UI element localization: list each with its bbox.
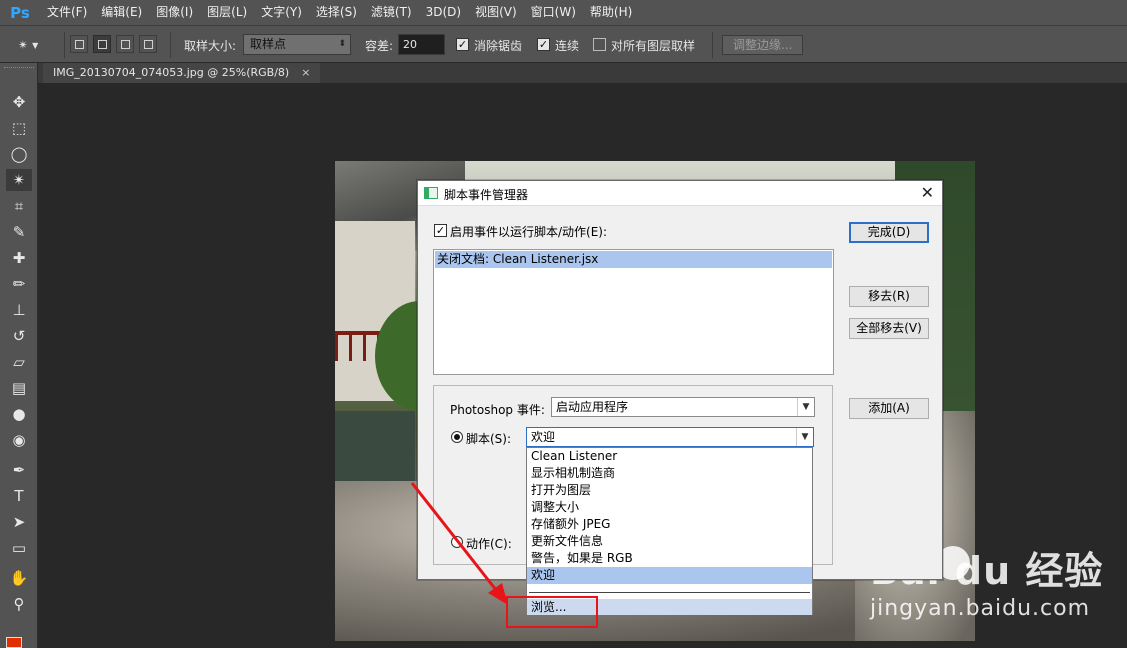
list-item[interactable]: 警告，如果是 RGB <box>527 550 812 567</box>
new-selection-button[interactable] <box>70 35 88 53</box>
sample-size-value: 取样点 <box>250 37 287 51</box>
photoshop-event-value: 启动应用程序 <box>556 400 629 414</box>
menu-image[interactable]: 图像(I) <box>149 0 200 25</box>
menu-bar: Ps 文件(F) 编辑(E) 图像(I) 图层(L) 文字(Y) 选择(S) 滤… <box>0 0 1127 25</box>
dialog-app-icon <box>424 187 438 199</box>
brush-icon[interactable]: ✏ <box>6 273 32 295</box>
close-icon[interactable]: × <box>301 63 310 83</box>
history-brush-icon[interactable]: ↺ <box>6 325 32 347</box>
script-radio[interactable] <box>451 431 463 443</box>
magic-wand-icon: ✴ <box>18 38 29 52</box>
close-icon[interactable]: ✕ <box>921 183 934 202</box>
clone-stamp-icon[interactable]: ⊥ <box>6 299 32 321</box>
antialias-checkbox[interactable]: ✓ <box>456 38 469 51</box>
zoom-icon[interactable]: ⚲ <box>6 593 32 615</box>
script-select[interactable]: 欢迎 ▼ <box>526 427 814 447</box>
photoshop-event-select[interactable]: 启动应用程序 ▼ <box>551 397 815 417</box>
refine-edge-button[interactable]: 调整边缘... <box>722 35 804 55</box>
menu-view[interactable]: 视图(V) <box>468 0 524 25</box>
menu-type[interactable]: 文字(Y) <box>254 0 309 25</box>
annotation-arrow <box>410 482 508 605</box>
script-dropdown-list: Clean Listener 显示相机制造商 打开为图层 调整大小 存储额外 J… <box>526 447 813 615</box>
tolerance-input[interactable]: 20 <box>398 34 445 55</box>
move-icon[interactable]: ✥ <box>6 91 32 113</box>
document-tab-strip: IMG_20130704_074053.jpg @ 25%(RGB/8) × <box>38 63 1127 83</box>
list-item[interactable]: 关闭文档: Clean Listener.jsx <box>435 251 832 268</box>
marquee-icon[interactable]: ⬚ <box>6 117 32 139</box>
pen-icon[interactable]: ✒ <box>6 459 32 481</box>
sample-size-label: 取样大小: <box>184 39 237 53</box>
divider <box>170 32 171 58</box>
remove-button[interactable]: 移去(R) <box>849 286 929 307</box>
divider <box>64 32 65 58</box>
list-item[interactable]: 更新文件信息 <box>527 533 812 550</box>
document-tab-title: IMG_20130704_074053.jpg @ 25%(RGB/8) <box>53 66 290 79</box>
toolbox: ✥ ⬚ ◯ ✴ ⌗ ✎ ✚ ✏ ⊥ ↺ ▱ ▤ ● ◉ ✒ T ➤ ▭ ✋ ⚲ <box>0 63 38 648</box>
tool-preset-picker[interactable]: ✴ ▼ <box>18 33 58 57</box>
contiguous-label: 连续 <box>555 39 580 53</box>
list-item[interactable]: 显示相机制造商 <box>527 465 812 482</box>
chevron-down-icon: ▼ <box>32 40 39 50</box>
list-item[interactable]: 存储额外 JPEG <box>527 516 812 533</box>
enable-events-checkbox[interactable]: ✓ <box>434 224 447 237</box>
events-list[interactable]: 关闭文档: Clean Listener.jsx <box>433 249 834 375</box>
menu-layer[interactable]: 图层(L) <box>200 0 254 25</box>
intersect-selection-button[interactable] <box>139 35 157 53</box>
path-selection-icon[interactable]: ➤ <box>6 511 32 533</box>
chevron-down-icon: ▼ <box>796 428 813 446</box>
menu-3d[interactable]: 3D(D) <box>419 0 468 25</box>
sample-size-select[interactable]: 取样点 ⬍ <box>243 34 351 55</box>
script-value: 欢迎 <box>531 430 556 444</box>
menu-file[interactable]: 文件(F) <box>40 0 94 25</box>
watermark-url: jingyan.baidu.com <box>870 596 1091 621</box>
menu-select[interactable]: 选择(S) <box>309 0 364 25</box>
eyedropper-icon[interactable]: ✎ <box>6 221 32 243</box>
magic-wand-icon[interactable]: ✴ <box>6 169 32 191</box>
list-item-selected[interactable]: 欢迎 <box>527 567 812 584</box>
add-button[interactable]: 添加(A) <box>849 398 929 419</box>
hand-icon[interactable]: ✋ <box>6 567 32 589</box>
add-to-selection-button[interactable] <box>93 35 111 53</box>
menu-filter[interactable]: 滤镜(T) <box>364 0 419 25</box>
eraser-icon[interactable]: ▱ <box>6 351 32 373</box>
divider <box>712 32 713 58</box>
sample-all-layers-label: 对所有图层取样 <box>611 39 696 53</box>
lasso-icon[interactable]: ◯ <box>6 143 32 165</box>
list-item[interactable]: 调整大小 <box>527 499 812 516</box>
options-bar: ✴ ▼ 取样大小: 取样点 ⬍ 容差: 20 ✓ 消除锯齿 ✓ 连续 对所有图层… <box>0 25 1127 63</box>
done-button[interactable]: 完成(D) <box>849 222 929 243</box>
menu-help[interactable]: 帮助(H) <box>583 0 639 25</box>
gradient-icon[interactable]: ▤ <box>6 377 32 399</box>
foreground-color-swatch[interactable] <box>6 637 22 648</box>
type-icon[interactable]: T <box>6 485 32 507</box>
healing-brush-icon[interactable]: ✚ <box>6 247 32 269</box>
sample-all-layers-checkbox[interactable] <box>593 38 606 51</box>
dropdown-separator <box>529 592 810 593</box>
contiguous-checkbox[interactable]: ✓ <box>537 38 550 51</box>
photoshop-logo: Ps <box>10 3 30 22</box>
subtract-from-selection-button[interactable] <box>116 35 134 53</box>
dialog-titlebar[interactable]: 脚本事件管理器 ✕ <box>418 181 942 206</box>
list-item[interactable]: Clean Listener <box>527 448 812 465</box>
enable-events-label: 启用事件以运行脚本/动作(E): <box>450 225 608 239</box>
script-label: 脚本(S): <box>466 432 512 446</box>
chevron-updown-icon: ⬍ <box>338 39 346 49</box>
menu-edit[interactable]: 编辑(E) <box>94 0 149 25</box>
tolerance-label: 容差: <box>365 39 394 53</box>
chevron-down-icon: ▼ <box>797 398 814 416</box>
antialias-label: 消除锯齿 <box>474 39 523 53</box>
menu-window[interactable]: 窗口(W) <box>524 0 583 25</box>
remove-all-button[interactable]: 全部移去(V) <box>849 318 929 339</box>
toolbox-grip[interactable] <box>4 67 34 71</box>
photoshop-event-label: Photoshop 事件: <box>450 403 545 417</box>
shape-icon[interactable]: ▭ <box>6 537 32 559</box>
blur-icon[interactable]: ● <box>6 403 32 425</box>
document-tab[interactable]: IMG_20130704_074053.jpg @ 25%(RGB/8) × <box>43 63 321 83</box>
crop-icon[interactable]: ⌗ <box>6 195 32 217</box>
list-item[interactable]: 打开为图层 <box>527 482 812 499</box>
dodge-icon[interactable]: ◉ <box>6 429 32 451</box>
dialog-title: 脚本事件管理器 <box>444 188 529 202</box>
